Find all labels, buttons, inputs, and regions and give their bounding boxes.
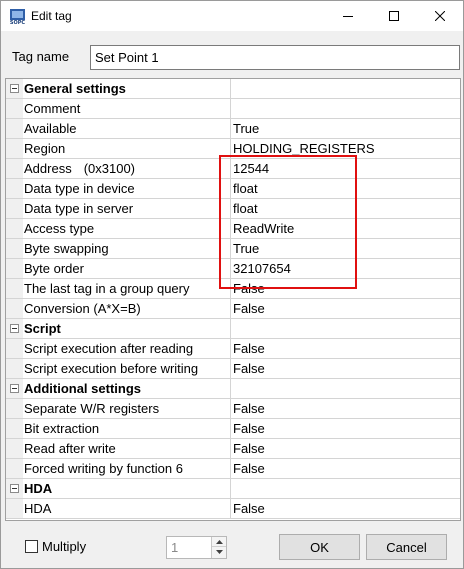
category-title: HDA	[23, 479, 231, 499]
property-value[interactable]: False	[231, 439, 460, 459]
property-name: Byte order	[23, 259, 231, 279]
minimize-button[interactable]	[325, 1, 371, 31]
property-row-data-type-device[interactable]: Data type in device float	[6, 179, 460, 199]
property-value[interactable]: False	[231, 459, 460, 479]
collapse-icon[interactable]	[10, 324, 19, 333]
close-icon	[435, 11, 445, 21]
property-value[interactable]: False	[231, 279, 460, 299]
property-row-script-before-writing[interactable]: Script execution before writing False	[6, 359, 460, 379]
svg-text:SOPC: SOPC	[10, 20, 26, 25]
property-value[interactable]: False	[231, 499, 460, 519]
edit-tag-dialog: SOPC Edit tag Tag name General settings …	[0, 0, 464, 569]
property-row-forced-writing[interactable]: Forced writing by function 6 False	[6, 459, 460, 479]
category-title: General settings	[23, 79, 231, 99]
property-name: Script execution after reading	[23, 339, 231, 359]
address-label: Address	[24, 161, 72, 176]
property-name: Separate W/R registers	[23, 399, 231, 419]
property-name: Read after write	[23, 439, 231, 459]
property-row-region[interactable]: Region HOLDING_REGISTERS	[6, 139, 460, 159]
property-name: Comment	[23, 99, 231, 119]
property-name: Script execution before writing	[23, 359, 231, 379]
arrow-up-icon	[215, 539, 223, 544]
maximize-button[interactable]	[371, 1, 417, 31]
property-row-separate-wr-registers[interactable]: Separate W/R registers False	[6, 399, 460, 419]
ok-button[interactable]: OK	[279, 534, 360, 560]
property-value[interactable]: False	[231, 419, 460, 439]
multiplier-spinbox[interactable]: 1	[166, 536, 227, 559]
collapse-icon[interactable]	[10, 384, 19, 393]
property-value[interactable]: False	[231, 299, 460, 319]
spin-down-button[interactable]	[212, 547, 226, 557]
property-name: Available	[23, 119, 231, 139]
window-title: Edit tag	[31, 9, 72, 23]
close-button[interactable]	[417, 1, 463, 31]
minimize-icon	[343, 16, 353, 17]
tag-name-label: Tag name	[12, 49, 70, 64]
property-value[interactable]: True	[231, 119, 460, 139]
category-script[interactable]: Script	[6, 319, 460, 339]
multiply-checkbox[interactable]	[25, 540, 38, 553]
title-bar: SOPC Edit tag	[1, 1, 463, 31]
property-row-last-tag-group-query[interactable]: The last tag in a group query False	[6, 279, 460, 299]
category-general-settings[interactable]: General settings	[6, 79, 460, 99]
property-name: Byte swapping	[23, 239, 231, 259]
property-value[interactable]: False	[231, 339, 460, 359]
property-row-hda[interactable]: HDA False	[6, 499, 460, 519]
property-name: Region	[23, 139, 231, 159]
property-name: The last tag in a group query	[23, 279, 231, 299]
multiplier-value[interactable]: 1	[171, 540, 178, 555]
category-title: Script	[23, 319, 231, 339]
property-row-comment[interactable]: Comment	[6, 99, 460, 119]
property-grid: General settings Comment Available True …	[5, 78, 461, 521]
property-name: Data type in server	[23, 199, 231, 219]
spin-up-button[interactable]	[212, 537, 226, 547]
property-value[interactable]: float	[231, 199, 460, 219]
property-row-address[interactable]: Address (0x3100) 12544	[6, 159, 460, 179]
property-name: Conversion (A*X=B)	[23, 299, 231, 319]
property-value[interactable]: True	[231, 239, 460, 259]
property-row-read-after-write[interactable]: Read after write False	[6, 439, 460, 459]
property-row-script-after-reading[interactable]: Script execution after reading False	[6, 339, 460, 359]
category-title: Additional settings	[23, 379, 231, 399]
property-row-bit-extraction[interactable]: Bit extraction False	[6, 419, 460, 439]
cancel-button[interactable]: Cancel	[366, 534, 447, 560]
property-row-access-type[interactable]: Access type ReadWrite	[6, 219, 460, 239]
property-value[interactable]: HOLDING_REGISTERS	[231, 139, 460, 159]
property-name: Bit extraction	[23, 419, 231, 439]
property-name: Forced writing by function 6	[23, 459, 231, 479]
arrow-down-icon	[215, 550, 223, 554]
multiply-label: Multiply	[42, 539, 87, 554]
maximize-icon	[389, 11, 399, 21]
multiply-checkbox-group[interactable]: Multiply	[25, 539, 86, 554]
property-row-byte-swapping[interactable]: Byte swapping True	[6, 239, 460, 259]
address-hex: (0x3100)	[83, 161, 136, 176]
category-hda[interactable]: HDA	[6, 479, 460, 499]
property-value[interactable]	[231, 99, 460, 119]
property-value[interactable]: False	[231, 359, 460, 379]
property-name: HDA	[23, 499, 231, 519]
property-value[interactable]: ReadWrite	[231, 219, 460, 239]
property-row-byte-order[interactable]: Byte order 32107654	[6, 259, 460, 279]
property-row-conversion[interactable]: Conversion (A*X=B) False	[6, 299, 460, 319]
property-name: Address (0x3100)	[23, 159, 231, 179]
property-value[interactable]: False	[231, 399, 460, 419]
tag-name-input[interactable]	[90, 45, 460, 70]
property-row-available[interactable]: Available True	[6, 119, 460, 139]
collapse-icon[interactable]	[10, 484, 19, 493]
opc-app-icon: SOPC	[10, 9, 26, 25]
property-name: Access type	[23, 219, 231, 239]
collapse-icon[interactable]	[10, 84, 19, 93]
property-value[interactable]: 12544	[231, 159, 460, 179]
property-row-data-type-server[interactable]: Data type in server float	[6, 199, 460, 219]
property-value[interactable]: float	[231, 179, 460, 199]
property-value[interactable]: 32107654	[231, 259, 460, 279]
category-additional-settings[interactable]: Additional settings	[6, 379, 460, 399]
property-name: Data type in device	[23, 179, 231, 199]
